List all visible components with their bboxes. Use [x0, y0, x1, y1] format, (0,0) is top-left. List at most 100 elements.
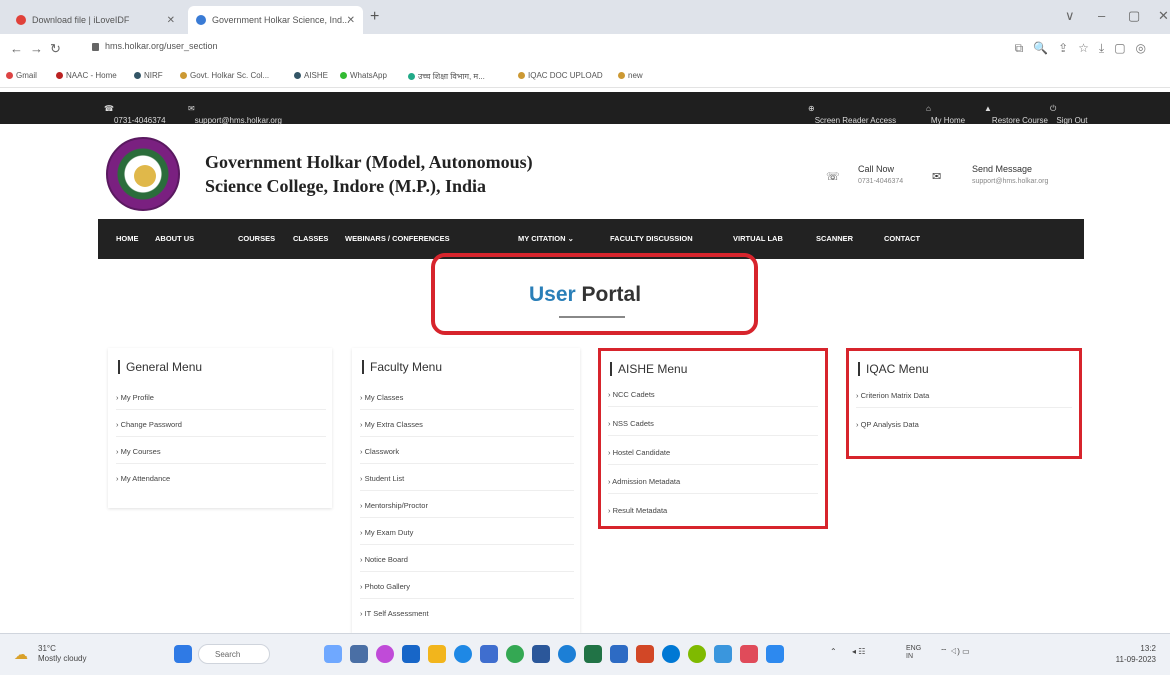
sign-out-link[interactable]: ⏻ Sign Out — [1050, 104, 1087, 125]
menu-link-student-list[interactable]: › Student List — [360, 474, 404, 483]
language-indicator[interactable]: ENG IN — [906, 645, 930, 661]
word-icon[interactable] — [532, 645, 550, 663]
chrome-icon[interactable] — [506, 645, 524, 663]
browser-tab-active[interactable]: Government Holkar Science, Ind... ✕ — [188, 6, 363, 34]
send-message-label: Send Message — [972, 164, 1033, 174]
close-tab-icon[interactable]: ✕ — [167, 15, 175, 26]
nav-about-us[interactable]: ABOUT US — [155, 234, 194, 243]
app-icon[interactable] — [324, 645, 342, 663]
support-email[interactable]: support@hms.holkar.org — [972, 178, 1048, 185]
call-now-label: Call Now — [858, 164, 895, 174]
windows-start-icon[interactable] — [174, 645, 192, 663]
tab-search-icon[interactable]: ∨ — [1065, 8, 1075, 24]
edge-icon[interactable] — [454, 645, 472, 663]
app-icon[interactable] — [714, 645, 732, 663]
pdf-favicon-icon — [16, 15, 26, 25]
file-explorer-icon[interactable] — [428, 645, 446, 663]
app-icon[interactable] — [766, 645, 784, 663]
menu-link-my-profile[interactable]: › My Profile — [116, 393, 154, 402]
topbar-phone: ☎ 0731-4046374 — [104, 104, 166, 125]
menu-link-change-password[interactable]: › Change Password — [116, 420, 182, 429]
menu-link-my-courses[interactable]: › My Courses — [116, 447, 161, 456]
nav-courses[interactable]: COURSES — [238, 234, 275, 243]
menu-link-notice-board[interactable]: › Notice Board — [360, 555, 408, 564]
bookmark-new[interactable]: new — [618, 71, 643, 80]
taskbar-search[interactable]: Search — [198, 644, 270, 664]
app-icon[interactable] — [610, 645, 628, 663]
bookmarks-bar: Gmail NAAC - Home NIRF Govt. Holkar Sc. … — [0, 64, 1170, 88]
nav-classes[interactable]: CLASSES — [293, 234, 328, 243]
app-icon[interactable] — [350, 645, 368, 663]
menu-link-photo-gallery[interactable]: › Photo Gallery — [360, 582, 410, 591]
general-menu-title: General Menu — [118, 360, 202, 374]
highlight-annotation — [431, 253, 758, 335]
reload-icon[interactable]: ↻ — [50, 41, 61, 57]
browser-tab-bar: Download file | iLoveIDF ✕ Government Ho… — [0, 0, 1170, 34]
address-bar: ← → ↻ hms.holkar.org/user_section ⧉🔍⇪☆⤓▢… — [0, 34, 1170, 64]
nav-webinars[interactable]: WEBINARS / CONFERENCES — [345, 234, 450, 243]
bookmark-holkar[interactable]: Govt. Holkar Sc. Col... — [180, 71, 269, 80]
highlight-annotation — [846, 348, 1082, 459]
bookmark-gmail[interactable]: Gmail — [6, 71, 37, 80]
bookmark-whatsapp[interactable]: WhatsApp — [340, 71, 387, 80]
menu-link-classwork[interactable]: › Classwork — [360, 447, 399, 456]
nav-faculty-discussion[interactable]: FACULTY DISCUSSION — [610, 234, 693, 243]
close-window-icon[interactable]: ✕ — [1158, 8, 1169, 24]
menu-link-exam-duty[interactable]: › My Exam Duty — [360, 528, 413, 537]
url-field[interactable]: hms.holkar.org/user_section — [92, 41, 218, 51]
weather-widget[interactable]: 31°C Mostly cloudy — [38, 644, 86, 664]
lock-icon — [92, 42, 99, 51]
screen-reader-link[interactable]: ⊕ Screen Reader Access — [808, 104, 896, 125]
bookmark-naac[interactable]: NAAC - Home — [56, 71, 117, 80]
nav-my-citation[interactable]: MY CITATION ⌄ — [518, 234, 574, 243]
site-top-bar: ☎ 0731-4046374 ✉ support@hms.holkar.org … — [0, 92, 1170, 125]
nav-scanner[interactable]: SCANNER — [816, 234, 853, 243]
my-home-link[interactable]: ⌂ My Home — [926, 104, 965, 125]
browser-tab[interactable]: Download file | iLoveIDF ✕ — [8, 6, 183, 34]
topbar-email[interactable]: ✉ support@hms.holkar.org — [188, 104, 282, 125]
tab-title: Government Holkar Science, Ind... — [212, 15, 350, 25]
excel-icon[interactable] — [584, 645, 602, 663]
general-menu-card: General Menu › My Profile › Change Passw… — [108, 348, 332, 508]
college-logo[interactable] — [106, 137, 180, 211]
bookmark-nirf[interactable]: NIRF — [134, 71, 163, 80]
menu-link-my-classes[interactable]: › My Classes — [360, 393, 403, 402]
call-number: 0731-4046374 — [858, 178, 904, 185]
faculty-menu-title: Faculty Menu — [362, 360, 442, 374]
phone-icon: ☏ — [826, 171, 840, 183]
app-icon[interactable] — [740, 645, 758, 663]
tray-icons[interactable]: ◂ ☷ — [852, 647, 865, 656]
nav-contact[interactable]: CONTACT — [884, 234, 920, 243]
nav-virtual-lab[interactable]: VIRTUAL LAB — [733, 234, 783, 243]
url-text: hms.holkar.org/user_section — [105, 41, 218, 51]
menu-link-my-attendance[interactable]: › My Attendance — [116, 474, 170, 483]
restore-course-link[interactable]: ▲ Restore Course — [984, 104, 1048, 125]
app-icon[interactable] — [480, 645, 498, 663]
network-volume-battery-icons[interactable]: ⌔ ◁) ▭ — [940, 647, 970, 657]
menu-link-my-extra-classes[interactable]: › My Extra Classes — [360, 420, 423, 429]
app-icon[interactable] — [376, 645, 394, 663]
powerpoint-icon[interactable] — [636, 645, 654, 663]
bookmark-aishe[interactable]: AISHE — [294, 71, 328, 80]
address-bar-actions[interactable]: ⧉🔍⇪☆⤓▢◎ — [1015, 41, 1156, 56]
menu-link-mentorship[interactable]: › Mentorship/Proctor — [360, 501, 428, 510]
tray-chevron-icon[interactable]: ⌃ — [830, 647, 837, 656]
college-name: Government Holkar (Model, Autonomous) Sc… — [205, 152, 533, 196]
new-tab-button[interactable]: + — [370, 8, 379, 26]
bookmark-iqac-upload[interactable]: IQAC DOC UPLOAD — [518, 71, 603, 80]
bookmark-higher-edu[interactable]: उच्च शिक्षा विभाग, म... — [408, 71, 485, 82]
app-icon[interactable] — [662, 645, 680, 663]
nav-home[interactable]: HOME — [116, 234, 139, 243]
minimize-icon[interactable]: – — [1098, 8, 1105, 23]
back-icon[interactable]: ← — [10, 41, 23, 56]
menu-link-it-self-assessment[interactable]: › IT Self Assessment — [360, 609, 429, 618]
app-icon[interactable] — [688, 645, 706, 663]
maximize-icon[interactable]: ▢ — [1128, 8, 1140, 24]
forward-icon[interactable]: → — [30, 41, 43, 56]
app-icon[interactable] — [558, 645, 576, 663]
highlight-annotation — [598, 348, 828, 529]
tab-title: Download file | iLoveIDF — [32, 15, 130, 25]
close-tab-icon[interactable]: ✕ — [347, 15, 355, 26]
clock[interactable]: 13:2 11-09-2023 — [1090, 643, 1156, 665]
app-icon[interactable] — [402, 645, 420, 663]
